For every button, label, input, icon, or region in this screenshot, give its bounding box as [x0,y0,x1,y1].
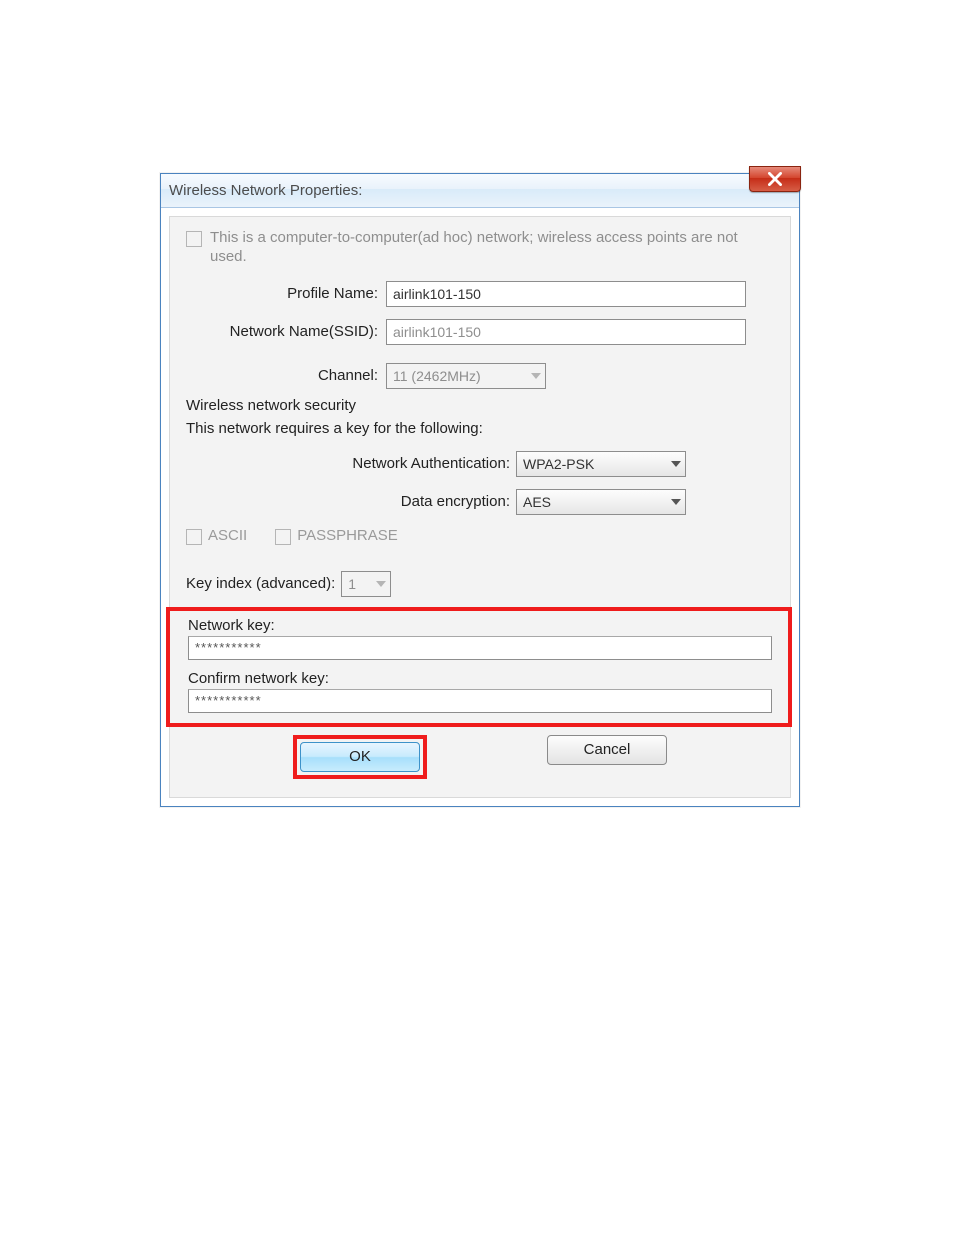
confirm-key-label: Confirm network key: [188,670,772,687]
auth-label: Network Authentication: [186,455,516,472]
chevron-down-icon [531,373,541,379]
passphrase-checkbox [275,529,291,545]
confirm-key-input[interactable] [188,689,772,713]
enc-row: Data encryption: AES [186,489,774,515]
ssid-label: Network Name(SSID): [186,323,386,340]
ascii-checkbox [186,529,202,545]
chevron-down-icon [671,499,681,505]
enc-select[interactable]: AES [516,489,686,515]
keyindex-row: Key index (advanced): 1 [186,571,774,597]
close-button[interactable] [749,166,801,192]
ok-highlight: OK [293,735,427,779]
passphrase-option: PASSPHRASE [275,527,398,545]
profile-name-label: Profile Name: [186,285,386,302]
chevron-down-icon [671,461,681,467]
keyindex-value: 1 [348,576,356,592]
keyindex-label: Key index (advanced): [186,575,335,592]
passphrase-label: PASSPHRASE [297,527,398,544]
profile-name-input[interactable] [386,281,746,307]
ascii-label: ASCII [208,527,247,544]
button-row: OK Cancel [186,735,774,779]
channel-value: 11 (2462MHz) [393,368,481,384]
keyindex-select: 1 [341,571,391,597]
auth-value: WPA2-PSK [523,456,594,472]
channel-label: Channel: [186,367,386,384]
adhoc-label: This is a computer-to-computer(ad hoc) n… [210,229,774,267]
ok-button[interactable]: OK [300,742,420,772]
profile-name-row: Profile Name: [186,281,774,307]
chevron-down-icon [376,581,386,587]
auth-row: Network Authentication: WPA2-PSK [186,451,774,477]
security-legend: Wireless network security [186,397,774,414]
wireless-properties-dialog: Wireless Network Properties: This is a c… [160,173,800,807]
ascii-option: ASCII [186,527,247,545]
auth-select[interactable]: WPA2-PSK [516,451,686,477]
enc-value: AES [523,494,551,510]
ssid-input [386,319,746,345]
dialog-body: This is a computer-to-computer(ad hoc) n… [169,216,791,798]
window-title: Wireless Network Properties: [169,182,362,199]
ssid-row: Network Name(SSID): [186,319,774,345]
titlebar[interactable]: Wireless Network Properties: [161,174,799,208]
adhoc-row: This is a computer-to-computer(ad hoc) n… [186,229,774,267]
security-subtext: This network requires a key for the foll… [186,420,774,437]
cancel-button[interactable]: Cancel [547,735,667,765]
adhoc-checkbox[interactable] [186,231,202,247]
network-key-input[interactable] [188,636,772,660]
security-group: Wireless network security This network r… [186,397,774,779]
format-row: ASCII PASSPHRASE [186,527,774,545]
network-key-highlight: Network key: Confirm network key: [166,607,792,727]
network-key-label: Network key: [188,617,772,634]
enc-label: Data encryption: [186,493,516,510]
close-icon [768,172,782,186]
channel-row: Channel: 11 (2462MHz) [186,363,774,389]
channel-select: 11 (2462MHz) [386,363,546,389]
